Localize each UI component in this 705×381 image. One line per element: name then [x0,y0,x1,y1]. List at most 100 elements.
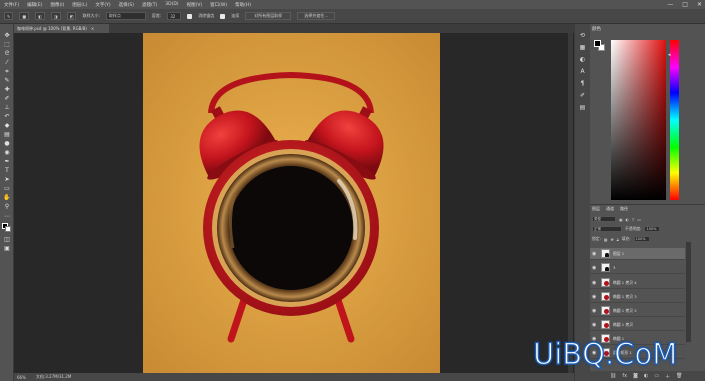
document-canvas[interactable] [143,33,440,373]
hue-slider-marker-icon[interactable]: ◂ [668,52,671,58]
character-panel-icon[interactable]: A [578,68,587,76]
quick-mask-icon[interactable]: ◫ [3,236,11,243]
layer-row[interactable]: ◉ 图层 1 [590,248,685,260]
all-layers-button[interactable]: 对所有图层取样 [245,12,292,20]
new-adjustment-icon[interactable]: ◐ [644,373,648,379]
filter-type-icon[interactable]: T [632,217,634,222]
blend-mode-dropdown[interactable]: 正常 [592,226,622,232]
layer-row[interactable]: ◉ 3 [590,262,685,274]
delete-layer-icon[interactable]: 🗑︎ [676,373,682,379]
minimize-icon[interactable]: — [667,1,673,8]
layer-row[interactable]: ◉ 椭圆 1 拷贝 2 [590,305,685,317]
pen-tool-icon[interactable]: ✒ [3,158,11,165]
adjustments-panel-icon[interactable]: ◐ [578,56,587,64]
menu-view[interactable]: 视图(V) [187,2,203,8]
menu-layer[interactable]: 图层(L) [72,2,87,8]
layer-filter-dropdown[interactable]: 类型 [592,216,616,222]
eraser-tool-icon[interactable]: ◆ [3,122,11,129]
new-group-icon[interactable]: ▭ [654,373,659,379]
hand-tool-icon[interactable]: ✋ [3,194,11,201]
menu-help[interactable]: 帮助(H) [235,2,251,8]
marquee-tool-icon[interactable]: ⬚ [3,41,11,48]
menu-image[interactable]: 图像(I) [50,2,64,8]
crop-tool-icon[interactable]: ⌗ [3,68,11,75]
paragraph-panel-icon[interactable]: ¶ [578,80,587,88]
document-tab[interactable]: 咖啡闹钟.psd @ 100% (背景, RGB/8) × [14,24,109,33]
layer-row[interactable]: ◉ 椭圆 1 拷贝 4 [590,277,685,289]
menu-file[interactable]: 文件(F) [4,2,19,8]
blur-tool-icon[interactable]: ● [3,140,11,147]
lasso-tool-icon[interactable]: ᘓ [3,50,11,57]
foreground-swatch[interactable] [594,40,601,47]
tab-channels[interactable]: 通道 [606,206,614,212]
swatches-panel-icon[interactable]: ▤ [578,104,587,112]
maximize-icon[interactable]: □ [682,1,688,8]
link-layers-icon[interactable]: ⛓ [610,373,616,379]
history-panel-icon[interactable]: ⟲ [578,32,587,40]
hue-slider[interactable] [670,40,679,200]
properties-panel-icon[interactable]: ▦ [578,44,587,52]
layer-row[interactable]: ◉ 椭圆 1 拷贝 [590,319,685,331]
close-icon[interactable]: ✕ [697,1,702,8]
tab-layers[interactable]: 图层 [592,206,600,212]
filter-pixel-icon[interactable]: ▣ [619,217,623,222]
lock-position-icon[interactable]: ✥ [610,237,613,242]
menu-select[interactable]: 选择(S) [119,2,134,8]
menu-window[interactable]: 窗口(W) [210,2,227,8]
filter-shape-icon[interactable]: ▭ [637,217,641,222]
antialias-checkbox[interactable] [187,13,193,19]
menu-type[interactable]: 文字(Y) [95,2,110,8]
add-selection-icon[interactable]: ◧ [35,12,45,20]
sample-size-dropdown[interactable]: 取样点 [105,12,146,20]
brush-tool-icon[interactable]: ✐ [3,95,11,102]
screen-mode-icon[interactable]: ▣ [3,245,11,252]
layers-scrollbar[interactable] [686,242,691,342]
shape-tool-icon[interactable]: ▭ [3,185,11,192]
menu-filter[interactable]: 滤镜(T) [142,2,157,8]
clone-stamp-tool-icon[interactable]: ⊥ [3,104,11,111]
healing-brush-tool-icon[interactable]: ✚ [3,86,11,93]
menu-3d[interactable]: 3D(D) [165,2,178,7]
gradient-tool-icon[interactable]: ▤ [3,131,11,138]
move-tool-icon[interactable]: ✥ [3,32,11,39]
opacity-input[interactable]: 100% [644,226,661,232]
background-color-swatch[interactable] [5,226,11,232]
type-tool-icon[interactable]: T [3,167,11,174]
tab-paths[interactable]: 路径 [620,206,628,212]
select-and-mask-button[interactable]: 选择并遮住... [297,12,336,20]
filter-adjust-icon[interactable]: ◐ [626,217,629,222]
tolerance-input[interactable]: 32 [167,12,182,20]
visibility-eye-icon[interactable]: ◉ [592,265,598,271]
quick-select-tool-icon[interactable]: ⁄ [3,59,11,66]
path-select-tool-icon[interactable]: ➤ [3,176,11,183]
eyedropper-tool-icon[interactable]: ✎ [3,77,11,84]
close-tab-icon[interactable]: × [91,26,94,31]
new-selection-icon[interactable]: ■ [19,12,30,20]
dodge-tool-icon[interactable]: ◉ [3,149,11,156]
subtract-selection-icon[interactable]: ◨ [50,12,61,20]
more-tools-icon[interactable]: ⋯ [3,213,11,220]
add-mask-icon[interactable]: ◙ [633,373,638,379]
zoom-tool-icon[interactable]: ⚲ [3,203,11,210]
intersect-selection-icon[interactable]: ◩ [66,12,77,20]
visibility-eye-icon[interactable]: ◉ [592,308,598,314]
vertical-scrollbar[interactable] [568,33,573,373]
visibility-eye-icon[interactable]: ◉ [592,322,598,328]
new-layer-icon[interactable]: ＋ [665,373,670,380]
color-saturation-field[interactable] [611,40,666,200]
lock-all-icon[interactable]: 🔒︎ [617,237,619,242]
eyedropper-preset-icon[interactable]: ✎ [4,12,14,20]
visibility-eye-icon[interactable]: ◉ [592,280,598,286]
visibility-eye-icon[interactable]: ◉ [592,251,598,257]
contiguous-checkbox[interactable] [220,13,226,19]
color-panel-tab[interactable]: 颜色 [592,26,601,32]
brush-settings-icon[interactable]: ✐ [578,92,587,100]
fill-input[interactable]: 100% [633,236,650,242]
menu-edit[interactable]: 编辑(E) [27,2,42,8]
visibility-eye-icon[interactable]: ◉ [592,294,598,300]
layer-row[interactable]: ◉ 椭圆 1 拷贝 3 [590,291,685,303]
lock-pixels-icon[interactable]: ▩ [604,237,608,242]
layer-style-icon[interactable]: fx [622,373,627,379]
zoom-level[interactable]: 66% [17,375,26,380]
history-brush-tool-icon[interactable]: ↶ [3,113,11,120]
